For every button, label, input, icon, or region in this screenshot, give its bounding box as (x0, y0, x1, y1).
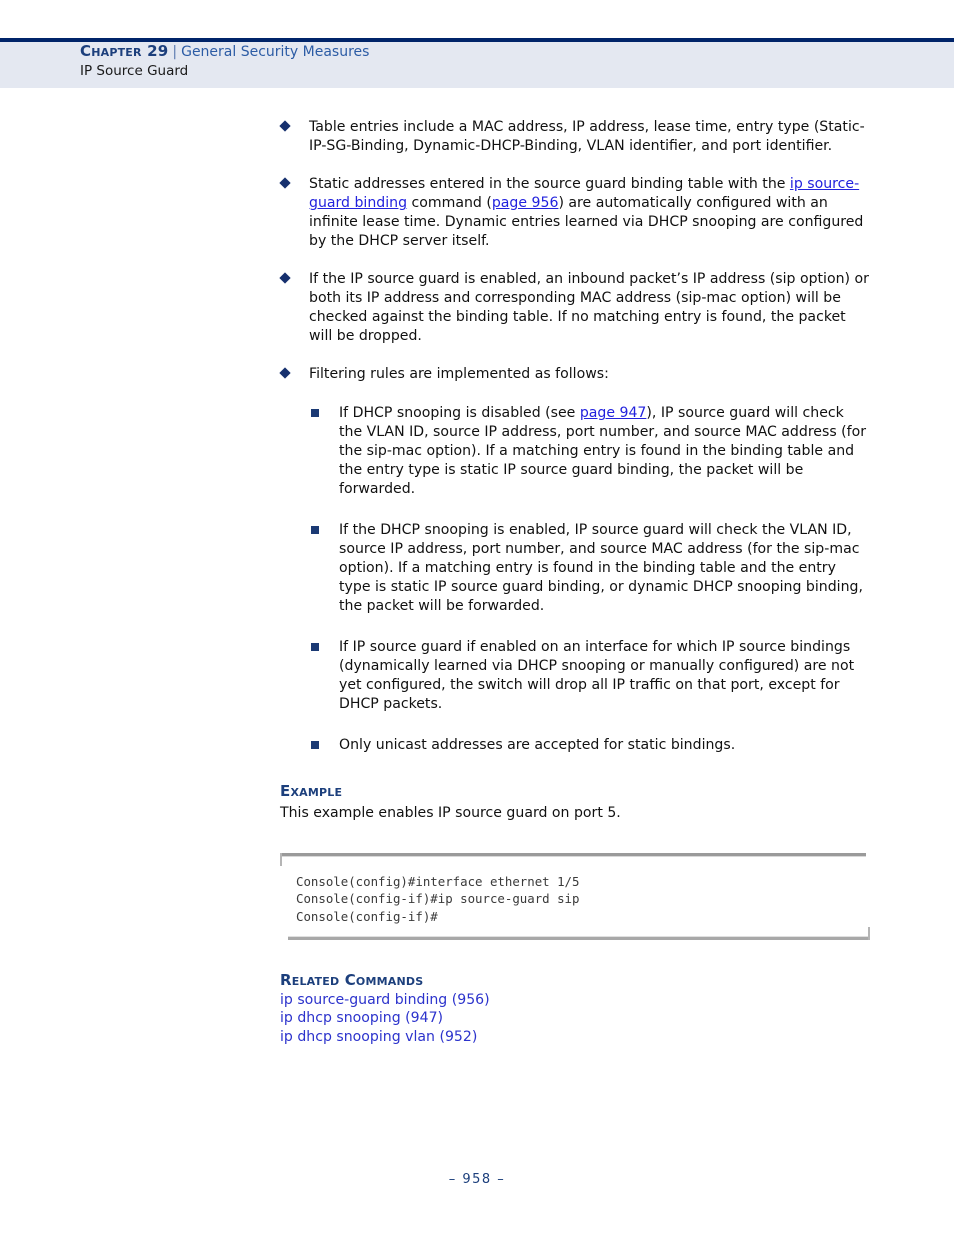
example-section: Example This example enables IP source g… (280, 782, 870, 823)
list-item: If the IP source guard is enabled, an in… (279, 270, 870, 346)
text-segment: command ( (407, 194, 492, 211)
example-heading: Example (280, 781, 343, 800)
console-output-text: Console(config)#interface ethernet 1/5 C… (296, 873, 580, 924)
list-item-text: Filtering rules are implemented as follo… (309, 365, 609, 382)
code-block-top-tick (280, 852, 282, 866)
list-item: Static addresses entered in the source g… (279, 175, 870, 251)
code-block-top-rule (282, 852, 866, 857)
top-bullet-list: Table entries include a MAC address, IP … (279, 118, 870, 755)
list-item: If the DHCP snooping is enabled, IP sour… (310, 521, 870, 616)
list-item-text: Static addresses entered in the source g… (309, 176, 863, 249)
example-description: This example enables IP source guard on … (280, 804, 621, 821)
diamond-bullet-icon (279, 272, 291, 284)
code-block: Console(config)#interface ethernet 1/5 C… (280, 852, 870, 940)
related-commands-section: Related Commands ip source-guard binding… (280, 971, 870, 1047)
diamond-bullet-icon (279, 366, 291, 379)
square-bullet-icon (311, 526, 319, 535)
code-block-bottom-rule (288, 935, 870, 940)
breadcrumb: Chapter 29 | General Security Measures (80, 44, 369, 60)
related-link-ip-dhcp-snooping[interactable]: ip dhcp snooping (947) (280, 1009, 870, 1028)
related-link-ip-source-guard-binding[interactable]: ip source-guard binding (956) (280, 991, 870, 1010)
square-bullet-icon (311, 643, 319, 652)
related-commands-heading: Related Commands (280, 970, 424, 989)
list-item: If DHCP snooping is disabled (see page 9… (310, 404, 870, 499)
page-number: – 958 – (448, 1172, 506, 1187)
text-segment: If DHCP snooping is disabled (see (339, 405, 580, 422)
link-page-956[interactable]: page 956 (492, 195, 559, 211)
list-item: Only unicast addresses are accepted for … (310, 736, 870, 755)
diamond-bullet-icon (279, 177, 291, 189)
section-title: General Security Measures (181, 44, 370, 60)
list-item-text: If the IP source guard is enabled, an in… (309, 270, 869, 344)
text-segment: Static addresses entered in the source g… (309, 175, 790, 192)
related-commands-list: ip source-guard binding (956) ip dhcp sn… (280, 991, 870, 1047)
page-content: Table entries include a MAC address, IP … (279, 118, 870, 1047)
list-item-text: If IP source guard if enabled on an inte… (339, 639, 855, 712)
list-item: Table entries include a MAC address, IP … (279, 118, 870, 156)
breadcrumb-separator: | (172, 44, 178, 60)
filtering-rules-sub-list: If DHCP snooping is disabled (see page 9… (310, 404, 870, 754)
related-link-ip-dhcp-snooping-vlan[interactable]: ip dhcp snooping vlan (952) (280, 1028, 870, 1047)
list-item-text: Table entries include a MAC address, IP … (309, 119, 865, 154)
chapter-label: Chapter 29 (80, 42, 169, 60)
code-block-bottom-tick (868, 926, 870, 940)
list-item: If IP source guard if enabled on an inte… (310, 638, 870, 714)
diamond-bullet-icon (279, 120, 291, 132)
square-bullet-icon (311, 409, 319, 418)
list-item-text: Only unicast addresses are accepted for … (339, 736, 736, 753)
page-header-text: Chapter 29 | General Security Measures IP … (80, 44, 369, 78)
list-item-text: If the DHCP snooping is enabled, IP sour… (339, 522, 863, 615)
square-bullet-icon (311, 740, 319, 749)
list-item-text: If DHCP snooping is disabled (see page 9… (339, 405, 866, 497)
list-item: Filtering rules are implemented as follo… (279, 365, 870, 384)
subsection-title: IP Source Guard (80, 62, 189, 79)
page-footer: – 958 – (0, 1172, 954, 1187)
link-page-947[interactable]: page 947 (580, 405, 647, 421)
